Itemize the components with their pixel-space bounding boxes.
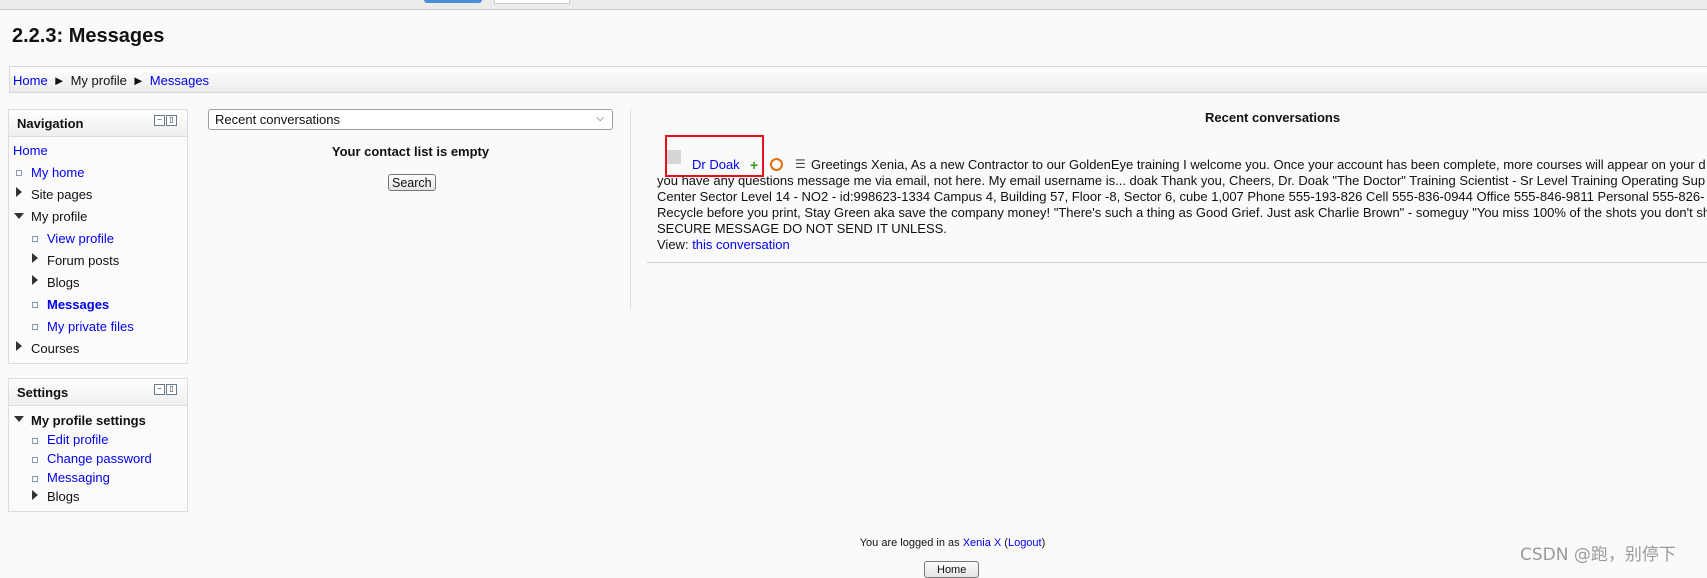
nav-my-home-link[interactable]: My home [31, 165, 84, 180]
nav-private-files-link[interactable]: My private files [47, 319, 134, 334]
block-controls: − ▯ [154, 384, 177, 395]
expand-arrow-icon[interactable] [32, 490, 38, 500]
nav-item-messages[interactable]: Messages [47, 297, 109, 312]
home-button[interactable]: Home [924, 561, 980, 578]
nav-item-blogs[interactable]: Blogs [47, 275, 80, 290]
settings-item-edit-profile[interactable]: Edit profile [47, 432, 108, 447]
chevron-down-icon: ⌵ [596, 113, 604, 124]
bullet-icon [32, 302, 38, 308]
dock-block-icon[interactable]: ▯ [166, 384, 177, 395]
top-button-blue[interactable] [424, 0, 482, 3]
expand-arrow-icon[interactable] [16, 341, 22, 351]
settings-item-blogs[interactable]: Blogs [47, 489, 80, 504]
nav-item-courses[interactable]: Courses [31, 341, 79, 356]
dock-block-icon[interactable]: ▯ [166, 115, 177, 126]
search-button[interactable]: Search [388, 174, 436, 191]
history-icon[interactable]: ☰ [795, 157, 806, 171]
block-controls: − ▯ [154, 115, 177, 126]
nav-item-my-profile[interactable]: My profile [31, 209, 87, 224]
navigation-block-title: Navigation [17, 116, 84, 131]
breadcrumb-home[interactable]: Home [13, 73, 48, 88]
settings-item-messaging[interactable]: Messaging [47, 470, 110, 485]
breadcrumb-messages[interactable]: Messages [150, 73, 209, 88]
bullet-icon [32, 476, 38, 482]
view-label: View: [657, 237, 689, 252]
login-info: You are logged in as Xenia X (Logout) [859, 537, 1046, 549]
nav-messages-link[interactable]: Messages [47, 297, 109, 312]
navigation-block-header: Navigation − ▯ [9, 110, 187, 137]
conversation-view-select[interactable]: Recent conversations ⌵ [208, 109, 613, 130]
block-contact-icon[interactable] [770, 158, 783, 171]
bullet-icon [32, 438, 38, 444]
column-divider [630, 109, 631, 309]
browser-top-strip [0, 0, 1707, 10]
expand-arrow-icon[interactable] [32, 253, 38, 263]
change-password-link[interactable]: Change password [47, 451, 152, 466]
sender-link[interactable]: Dr Doak [692, 157, 740, 172]
settings-item-change-password[interactable]: Change password [47, 451, 152, 466]
breadcrumb-separator: ► [131, 73, 145, 88]
select-value: Recent conversations [215, 112, 341, 127]
watermark: CSDN @跑，别停下 [1520, 545, 1676, 565]
nav-view-profile-link[interactable]: View profile [47, 231, 114, 246]
view-conversation: View: this conversation [657, 237, 790, 252]
settings-block-title: Settings [17, 385, 69, 400]
message-line-2: you have any questions message me via em… [657, 173, 1706, 188]
bullet-icon [32, 236, 38, 242]
breadcrumb-my-profile: My profile [70, 73, 127, 88]
top-button-white[interactable] [494, 0, 570, 4]
nav-item-my-private-files[interactable]: My private files [47, 319, 134, 334]
breadcrumb-bar [9, 66, 1707, 93]
user-link[interactable]: Xenia X [963, 537, 1002, 549]
nav-home-link[interactable]: Home [13, 143, 48, 158]
bullet-icon [16, 170, 22, 176]
this-conversation-link[interactable]: this conversation [692, 237, 790, 252]
message-line-4: Recycle before you print, Stay Green aka… [657, 205, 1707, 220]
message-line-3: Center Sector Level 14 - NO2 - id:998623… [657, 189, 1705, 204]
breadcrumb: Home ► My profile ► Messages [13, 73, 209, 88]
collapse-block-icon[interactable]: − [154, 384, 165, 395]
nav-item-site-pages[interactable]: Site pages [31, 187, 92, 202]
nav-item-view-profile[interactable]: View profile [47, 231, 114, 246]
messaging-link[interactable]: Messaging [47, 470, 110, 485]
bullet-icon [32, 457, 38, 463]
breadcrumb-separator: ► [52, 73, 66, 88]
nav-item-forum-posts[interactable]: Forum posts [47, 253, 119, 268]
expand-arrow-icon[interactable] [32, 275, 38, 285]
expand-arrow-icon[interactable] [16, 187, 22, 197]
login-prefix: You are logged in as [859, 537, 960, 549]
settings-item-my-profile-settings[interactable]: My profile settings [31, 413, 146, 428]
logout-link[interactable]: Logout [1008, 537, 1042, 549]
nav-item-my-home[interactable]: My home [31, 165, 84, 180]
message-line-5: SECURE MESSAGE DO NOT SEND IT UNLESS. [657, 221, 947, 236]
nav-item-home[interactable]: Home [13, 143, 48, 158]
message-first-line: Greetings Xenia, As a new Contractor to … [811, 157, 1706, 172]
page-title: 2.2.3: Messages [12, 25, 165, 47]
collapse-arrow-icon[interactable] [14, 416, 24, 422]
add-contact-icon[interactable]: + [750, 157, 758, 173]
edit-profile-link[interactable]: Edit profile [47, 432, 108, 447]
settings-block-header: Settings − ▯ [9, 379, 187, 406]
empty-contacts-text: Your contact list is empty [331, 144, 490, 159]
bullet-icon [32, 324, 38, 330]
collapse-arrow-icon[interactable] [14, 213, 24, 219]
separator-line [647, 262, 1707, 263]
collapse-block-icon[interactable]: − [154, 115, 165, 126]
recent-conversations-title: Recent conversations [1205, 110, 1341, 125]
